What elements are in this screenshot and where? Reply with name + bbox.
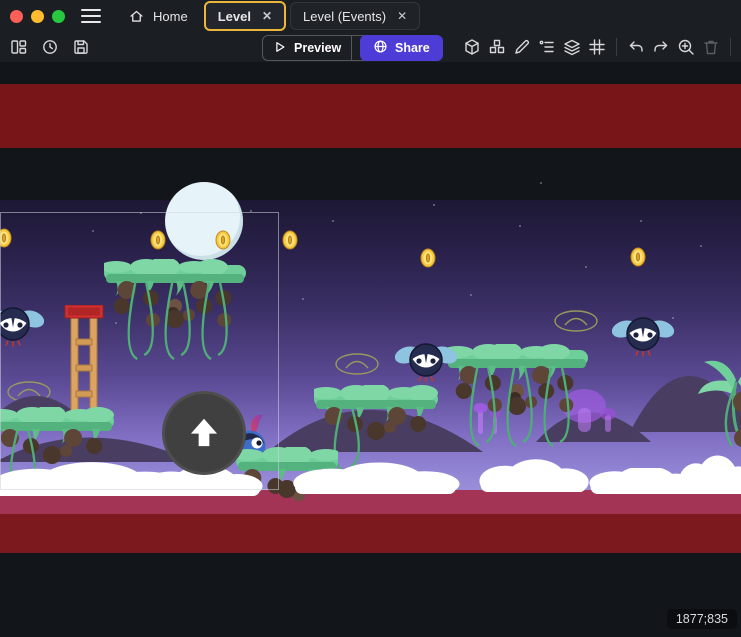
cloud-sprite <box>288 462 463 499</box>
arrow-button-sprite[interactable] <box>162 391 246 475</box>
tab-level-events[interactable]: Level (Events) ✕ <box>290 2 420 30</box>
wire-sprite[interactable] <box>553 309 599 338</box>
ilist-icon[interactable] <box>536 36 558 58</box>
titlebar: Home Level ✕ Level (Events) ✕ <box>0 0 741 32</box>
cursor-coordinates: 1877;835 <box>667 609 737 629</box>
cloud-sprite <box>676 450 741 499</box>
bat-sprite[interactable] <box>612 310 674 363</box>
coin-sprite[interactable] <box>282 230 298 255</box>
coin-sprite[interactable] <box>0 228 12 253</box>
share-button[interactable]: Share <box>360 35 443 61</box>
scene-objects-layer <box>0 62 741 637</box>
toolbar-right-icons <box>461 36 741 58</box>
redo-icon[interactable] <box>650 36 672 58</box>
close-tab-icon[interactable]: ✕ <box>397 9 407 23</box>
bat-sprite[interactable] <box>0 300 44 353</box>
tab-home[interactable]: Home <box>117 3 200 29</box>
coin-sprite[interactable] <box>420 248 436 273</box>
toolbar-separator <box>616 38 617 56</box>
toolbar: Preview Share <box>0 32 741 63</box>
platform-sprite[interactable] <box>104 259 246 390</box>
grid-icon[interactable] <box>586 36 608 58</box>
toolbar-left-icons <box>8 36 92 58</box>
preview-button[interactable]: Preview <box>263 40 351 57</box>
wire-sprite[interactable] <box>334 352 380 381</box>
moon-sprite[interactable] <box>165 182 243 260</box>
trash-icon <box>700 36 722 58</box>
cloud-sprite <box>476 458 591 497</box>
coin-sprite[interactable] <box>630 247 646 272</box>
layout-icon[interactable] <box>8 36 30 58</box>
preview-label: Preview <box>294 41 341 55</box>
scene-canvas[interactable]: 1877;835 <box>0 62 741 637</box>
pencil-icon[interactable] <box>511 36 533 58</box>
zoom-window-button[interactable] <box>52 10 65 23</box>
layers-icon[interactable] <box>561 36 583 58</box>
window-controls <box>10 10 65 23</box>
home-icon <box>129 9 144 24</box>
group-icon[interactable] <box>486 36 508 58</box>
tab-bar: Home Level ✕ Level (Events) ✕ <box>117 0 420 32</box>
zoomin-icon[interactable] <box>675 36 697 58</box>
coin-sprite[interactable] <box>215 230 231 255</box>
history-icon[interactable] <box>39 36 61 58</box>
play-icon <box>273 40 287 57</box>
main-menu-icon[interactable] <box>81 9 101 23</box>
coin-sprite[interactable] <box>150 230 166 255</box>
tab-level[interactable]: Level ✕ <box>204 1 286 31</box>
tab-label: Level (Events) <box>303 9 386 24</box>
close-tab-icon[interactable]: ✕ <box>262 9 272 23</box>
close-window-button[interactable] <box>10 10 23 23</box>
share-label: Share <box>395 41 430 55</box>
globe-icon <box>373 39 388 57</box>
minimize-window-button[interactable] <box>31 10 44 23</box>
bat-sprite[interactable] <box>395 336 457 389</box>
tab-label: Level <box>218 9 251 24</box>
save-icon[interactable] <box>70 36 92 58</box>
box3d-icon[interactable] <box>461 36 483 58</box>
tab-label: Home <box>153 9 188 24</box>
toolbar-separator <box>730 38 731 56</box>
undo-icon[interactable] <box>625 36 647 58</box>
editor-window: Home Level ✕ Level (Events) ✕ Preview <box>0 0 741 637</box>
